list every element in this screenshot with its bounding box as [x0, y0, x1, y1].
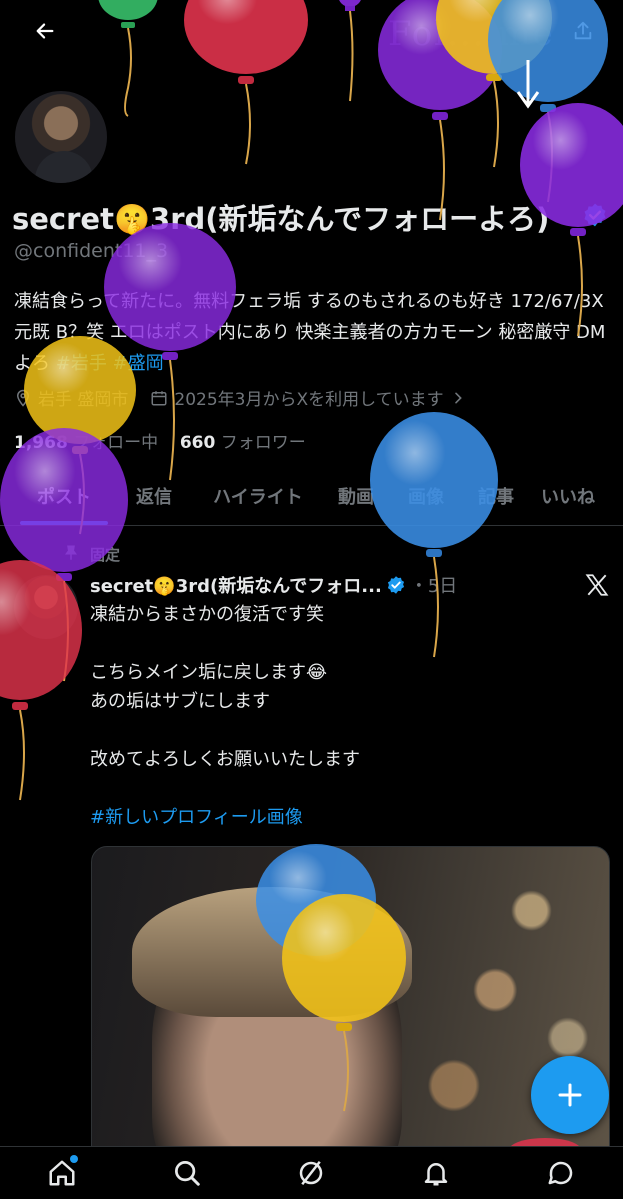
profile-location: 岩手 盛岡市	[14, 385, 128, 410]
tab-likes[interactable]: いいね	[532, 470, 604, 525]
nav-messages[interactable]	[541, 1153, 581, 1193]
profile-display-name: secret🤫3rd(新垢なんでフォローよろ)	[12, 202, 550, 236]
tweet-line: こちらメイン垢に戻します😂	[90, 662, 328, 683]
plus-icon	[558, 1083, 582, 1107]
tweet-body: 凍結からまさかの復活です笑 こちらメイン垢に戻します😂 あの垢はサブにします改めてよ…	[90, 600, 600, 832]
pin-icon	[65, 545, 77, 560]
pinned-label: 固定	[90, 546, 121, 564]
tab-images[interactable]: 画像	[398, 470, 454, 525]
share-button[interactable]	[566, 14, 600, 48]
profile-bio: 凍結食らって新たに。無料フェラ垢 するのもされるのも好き 172/67/3X 元…	[14, 286, 610, 379]
tweet-line	[90, 716, 600, 745]
tab-videos[interactable]: 動画	[328, 470, 384, 525]
tweet-header: secret🤫3rd(新垢なんでフォロ... ・5日	[90, 572, 457, 598]
tweet-author-name[interactable]: secret🤫3rd(新垢なんでフォロ...	[90, 572, 382, 598]
follow-counts: 1,968 フォロー中 660 フォロワー	[14, 428, 306, 453]
bio-hashtag[interactable]: #盛岡	[113, 353, 164, 374]
verified-badge-icon[interactable]	[582, 202, 608, 228]
tweet-line	[90, 629, 600, 658]
calendar-icon	[151, 390, 167, 405]
tweet-time[interactable]: ・5日	[410, 572, 457, 598]
profile-joined[interactable]: 2025年3月からXを利用しています	[150, 385, 471, 410]
nav-home[interactable]	[42, 1153, 82, 1193]
messages-icon	[548, 1161, 572, 1185]
tweet-media-image[interactable]	[91, 846, 610, 1166]
bell-icon	[424, 1163, 448, 1186]
compose-button[interactable]	[531, 1056, 609, 1134]
tweet-line: 改めてよろしくお願いいたします	[90, 749, 360, 770]
followers-link[interactable]: 660 フォロワー	[180, 433, 306, 453]
following-count: 1,968	[14, 433, 68, 453]
header-bar: Fol... me	[0, 0, 623, 80]
x-logo-icon[interactable]	[584, 572, 610, 598]
verified-badge-icon	[387, 576, 404, 594]
joined-text: 2025年3月からXを利用しています	[174, 390, 444, 410]
tab-replies[interactable]: 返信	[122, 470, 186, 525]
search-icon	[174, 1161, 200, 1186]
profile-meta-row: 岩手 盛岡市 2025年3月からXを利用しています	[14, 385, 494, 410]
tweet-hashtag[interactable]: #新しいプロフィール画像	[90, 803, 600, 832]
tweet-line	[90, 774, 600, 803]
tab-articles[interactable]: 記事	[468, 470, 524, 525]
location-pin-icon	[16, 389, 30, 407]
nav-grok[interactable]	[291, 1153, 331, 1193]
tab-posts[interactable]: ポスト	[16, 470, 112, 525]
banner-text: Fol... me	[388, 14, 555, 54]
profile-avatar[interactable]	[12, 88, 110, 186]
tab-highlights[interactable]: ハイライト	[200, 470, 316, 525]
grok-icon	[300, 1160, 323, 1186]
following-label: フォロー中	[73, 433, 159, 453]
media-hair	[132, 887, 412, 1017]
followers-count: 660	[179, 433, 216, 453]
bottom-navigation	[0, 1146, 623, 1199]
back-button[interactable]	[28, 14, 62, 48]
bio-hashtag[interactable]: #岩手	[56, 353, 107, 374]
chevron-right-icon	[454, 392, 462, 403]
arrow-left-icon	[36, 23, 54, 39]
nav-search[interactable]	[167, 1153, 207, 1193]
profile-tabs: ポスト 返信 ハイライト 動画 画像 記事 いいね	[0, 470, 623, 526]
tweet-line: あの垢はサブにします	[90, 691, 270, 712]
nav-notifications[interactable]	[416, 1153, 456, 1193]
tweet-avatar[interactable]	[14, 575, 78, 639]
share-icon	[574, 21, 592, 40]
tweet-line: 凍結からまさかの復活です笑	[90, 604, 324, 625]
location-text: 岩手 盛岡市	[38, 390, 129, 410]
following-link[interactable]: 1,968 フォロー中	[14, 433, 158, 453]
profile-handle: @confident11_3	[14, 240, 169, 262]
followers-label: フォロワー	[220, 433, 306, 453]
